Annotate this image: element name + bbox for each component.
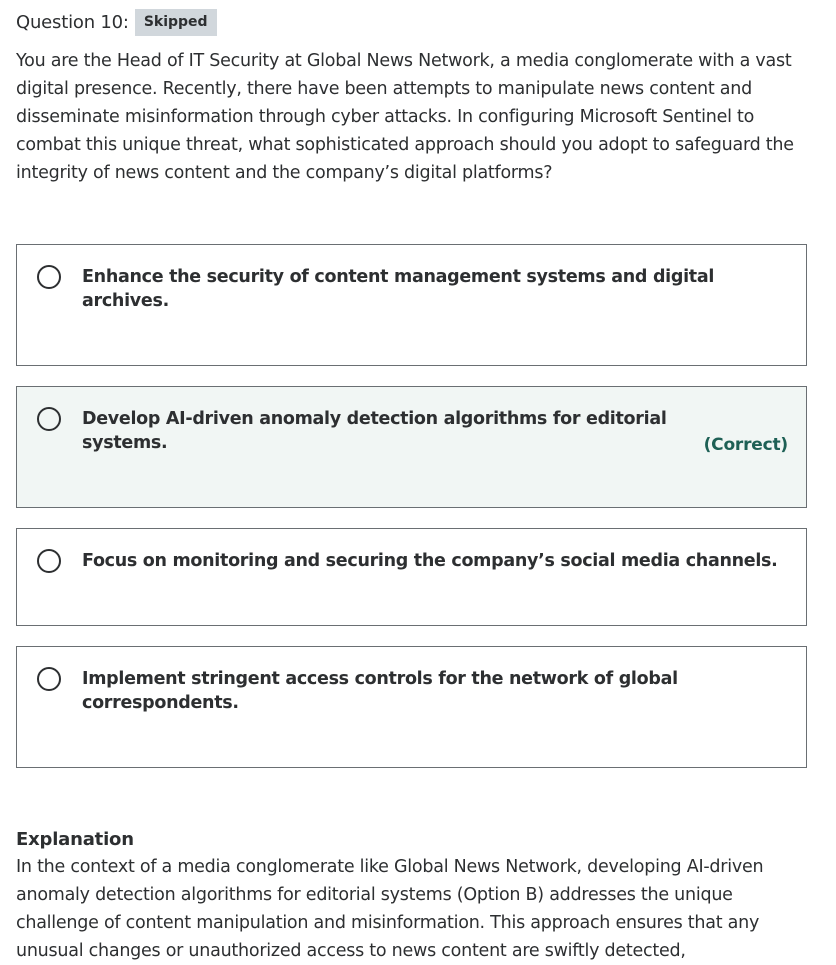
answer-option-a[interactable]: Enhance the security of content manageme… — [16, 244, 807, 366]
explanation-heading: Explanation — [16, 829, 134, 850]
question-title: Question 10: — [16, 11, 129, 33]
correct-answer-tag: (Correct) — [703, 435, 789, 455]
question-header: Question 10: Skipped — [16, 8, 217, 36]
answer-option-b-label: Develop AI-driven anomaly detection algo… — [82, 409, 667, 453]
answer-option-d-label: Implement stringent access controls for … — [82, 669, 678, 713]
radio-button-a[interactable] — [37, 265, 61, 289]
answer-option-b[interactable]: Develop AI-driven anomaly detection algo… — [16, 386, 807, 508]
answer-option-a-label: Enhance the security of content manageme… — [82, 267, 715, 311]
answer-option-c-label: Focus on monitoring and securing the com… — [82, 551, 778, 571]
radio-button-d[interactable] — [37, 667, 61, 691]
answer-option-c[interactable]: Focus on monitoring and securing the com… — [16, 528, 807, 626]
explanation-text: In the context of a media conglomerate l… — [16, 857, 764, 961]
quiz-review-page: Question 10: Skipped You are the Head of… — [0, 0, 836, 965]
radio-button-c[interactable] — [37, 549, 61, 573]
question-text: You are the Head of IT Security at Globa… — [16, 51, 794, 183]
answer-option-d[interactable]: Implement stringent access controls for … — [16, 646, 807, 768]
status-badge: Skipped — [134, 8, 217, 36]
radio-button-b[interactable] — [37, 407, 61, 431]
